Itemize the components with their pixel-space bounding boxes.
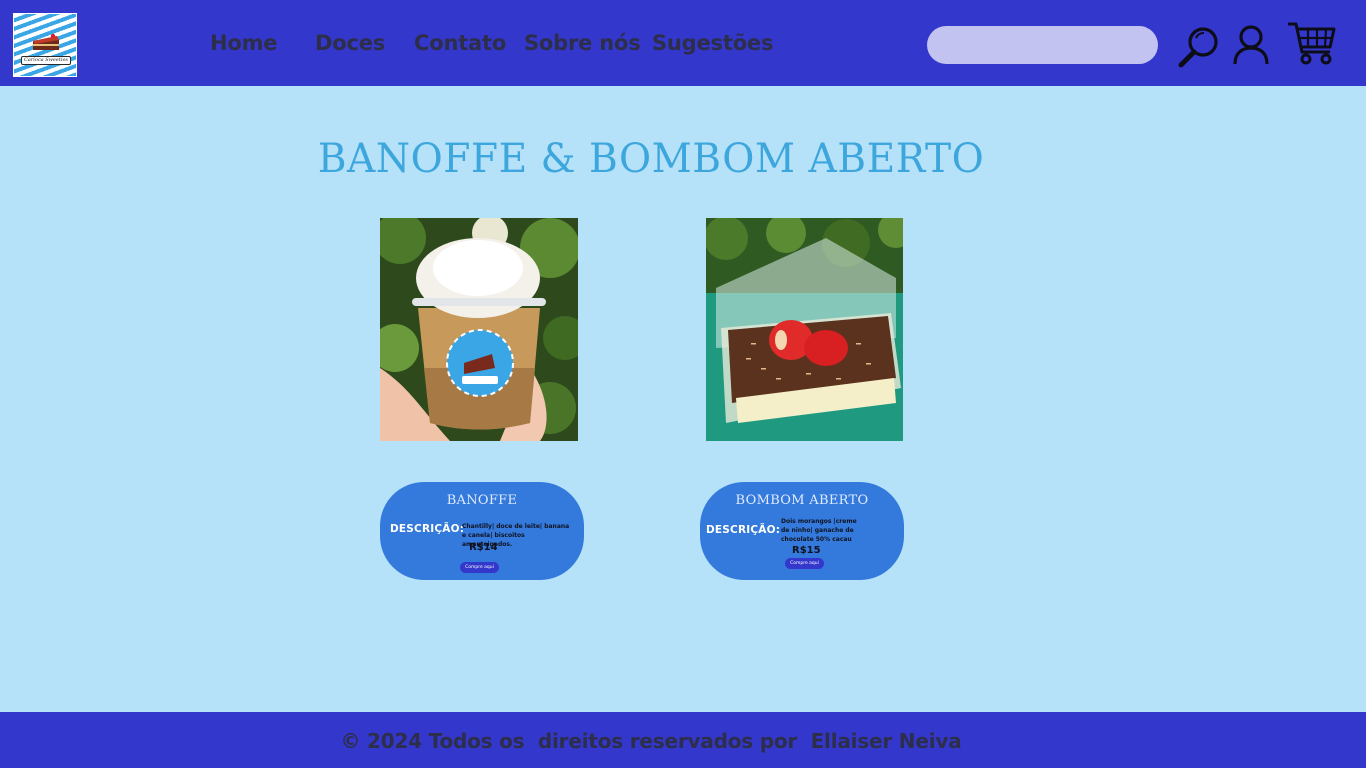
search-input[interactable] <box>927 26 1158 64</box>
copyright-text: © 2024 Todos os direitos reservados por … <box>340 729 962 753</box>
product-name: BANOFFE <box>446 493 518 508</box>
logo-wordmark: Carioca Sweeties <box>21 56 71 65</box>
nav-doces[interactable]: Doces <box>315 31 385 55</box>
cart-icon[interactable] <box>1286 20 1338 72</box>
product-name: BOMBOM ABERTO <box>735 493 869 508</box>
buy-button[interactable]: Compre aqui <box>785 558 824 569</box>
nav-sugestoes[interactable]: Sugestões <box>652 31 773 55</box>
product-price: R$15 <box>792 545 821 556</box>
product-card-banoffe: BANOFFE DESCRIÇÃO: Chantilly| doce de le… <box>380 482 584 580</box>
search-icon[interactable] <box>1176 24 1222 74</box>
nav-contato[interactable]: Contato <box>414 31 506 55</box>
product-card-bombom-aberto: BOMBOM ABERTO DESCRIÇÃO: Dois morangos |… <box>700 482 904 580</box>
site-footer: © 2024 Todos os direitos reservados por … <box>0 712 1366 768</box>
nav-home[interactable]: Home <box>210 31 278 55</box>
page-title: BANOFFE & BOMBOM ABERTO <box>317 136 985 182</box>
banoffe-photo <box>380 218 578 441</box>
description-label: DESCRIÇÃO: <box>706 524 781 536</box>
nav-sobre-nos[interactable]: Sobre nós <box>524 31 641 55</box>
cake-icon <box>33 33 59 50</box>
product-description: Dois morangos |creme de ninho| ganache d… <box>781 518 857 543</box>
site-header: Carioca Sweeties Home Doces Contato Sobr… <box>0 0 1366 86</box>
bombom-aberto-photo <box>706 218 903 441</box>
description-label: DESCRIÇÃO: <box>390 523 465 535</box>
brand-logo[interactable]: Carioca Sweeties <box>13 13 77 77</box>
user-icon[interactable] <box>1232 24 1270 70</box>
product-price: R$14 <box>469 542 498 553</box>
buy-button[interactable]: Compre aqui <box>460 562 499 573</box>
